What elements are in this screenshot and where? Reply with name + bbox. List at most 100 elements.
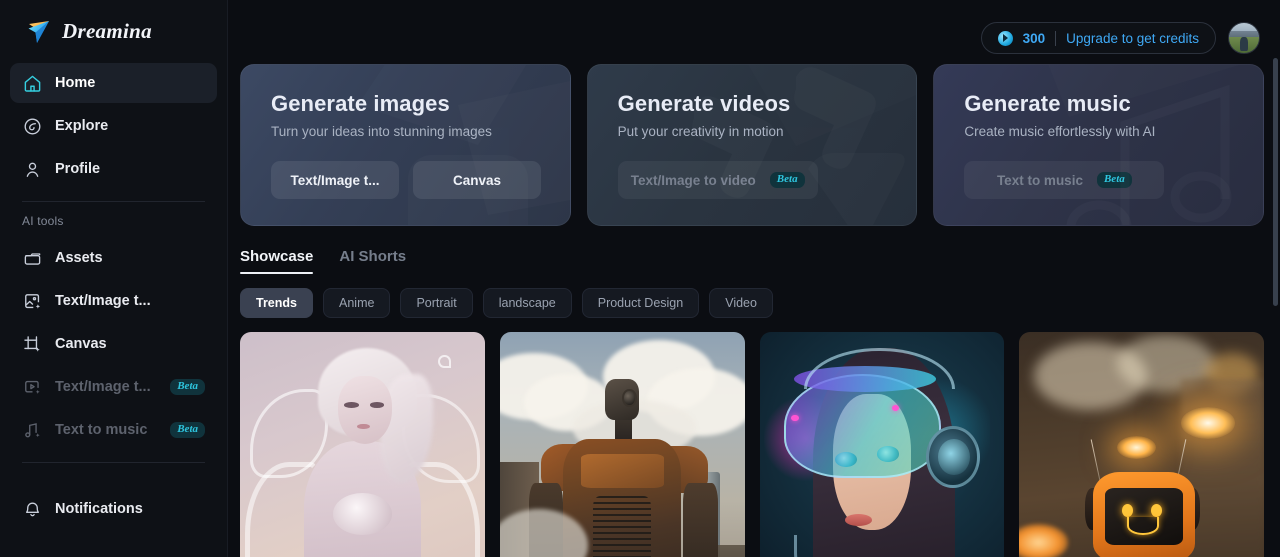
gallery-item[interactable]: [240, 332, 485, 557]
chip-label: Video: [725, 296, 757, 310]
credits-separator: [1055, 30, 1057, 46]
hero-title: Generate videos: [617, 91, 791, 116]
gallery-item[interactable]: [499, 332, 745, 557]
hero-button-label: Canvas: [452, 172, 502, 188]
sidebar: Dreamina Home Explore Profile AI tools A…: [0, 0, 228, 557]
compass-icon: [22, 116, 42, 136]
chip-label: Trends: [256, 296, 297, 310]
chip-anime[interactable]: Anime: [323, 288, 391, 318]
orange-smiling-robot-artwork: [1019, 332, 1264, 557]
sidebar-item-text-image-to-image[interactable]: Text/Image t...: [10, 281, 217, 321]
filter-chips: Trends Anime Portrait landscape Product …: [240, 288, 1264, 318]
chip-label: Product Design: [597, 296, 684, 310]
tab-ai-shorts[interactable]: AI Shorts: [339, 248, 406, 274]
music-note-watermark-icon: [1029, 65, 1263, 225]
hero-card-generate-images[interactable]: Generate images Turn your ideas into stu…: [240, 64, 571, 226]
crystal-glass-woman-artwork: [240, 332, 485, 557]
chip-landscape[interactable]: landscape: [482, 288, 572, 318]
hero-title: Generate music: [964, 91, 1131, 116]
hero-button-text-image-to-image[interactable]: Text/Image t...: [271, 161, 399, 199]
vertical-scrollbar[interactable]: [1273, 58, 1278, 306]
sidebar-item-label: Canvas: [55, 336, 107, 352]
sidebar-item-label: Text/Image t...: [55, 293, 151, 309]
sidebar-item-label: Text/Image t...: [55, 379, 151, 395]
sidebar-item-label: Home: [55, 75, 96, 91]
user-icon: [22, 159, 42, 179]
sidebar-divider-bottom: [22, 462, 205, 463]
sidebar-section-label: AI tools: [22, 214, 64, 228]
video-sparkle-icon: [22, 377, 42, 397]
tab-label: Showcase: [240, 248, 314, 265]
sidebar-item-label: Notifications: [55, 501, 143, 517]
sidebar-item-notifications[interactable]: Notifications: [10, 489, 217, 529]
hero-button-label: Text/Image to video: [630, 172, 756, 188]
hero-subtitle: Create music effortlessly with AI: [964, 124, 1156, 139]
hero-button-label: Text to music: [996, 172, 1083, 188]
sidebar-item-label: Explore: [55, 118, 109, 134]
bell-icon: [22, 499, 42, 519]
content-tabs: Showcase AI Shorts: [240, 248, 1264, 274]
hero-actions: Text/Image to video Beta: [617, 161, 887, 199]
chip-label: Anime: [339, 296, 375, 310]
hero-card-generate-videos[interactable]: Generate videos Put your creativity in m…: [586, 64, 918, 226]
paper-plane-logo-icon: [26, 18, 54, 46]
showcase-gallery: [240, 332, 1264, 557]
chip-portrait[interactable]: Portrait: [400, 288, 473, 318]
chip-video[interactable]: Video: [709, 288, 773, 318]
sidebar-item-label: Text to music: [55, 422, 148, 438]
hero-title: Generate images: [271, 91, 450, 116]
brand[interactable]: Dreamina: [10, 0, 217, 63]
beta-badge: Beta: [170, 422, 205, 438]
cyberpunk-girl-visor-artwork: [759, 332, 1005, 557]
sidebar-item-text-to-music[interactable]: Text to music Beta: [10, 410, 217, 450]
chip-label: landscape: [498, 296, 556, 310]
hero-actions: Text to music Beta: [964, 161, 1233, 199]
sidebar-item-explore[interactable]: Explore: [10, 106, 217, 146]
dreamina-app: Dreamina Home Explore Profile AI tools A…: [0, 0, 1280, 557]
rusty-giant-robot-artwork: [499, 332, 745, 557]
music-sparkle-icon: [22, 420, 42, 440]
hero-button-text-to-music[interactable]: Text to music Beta: [964, 161, 1165, 199]
sidebar-item-label: Assets: [55, 250, 103, 266]
gallery-item[interactable]: [759, 332, 1005, 557]
sidebar-item-home[interactable]: Home: [10, 63, 217, 103]
gallery-item[interactable]: [1019, 332, 1264, 557]
home-icon: [22, 73, 42, 93]
sidebar-item-label: Profile: [55, 161, 101, 177]
upgrade-credits-link[interactable]: Upgrade to get credits: [1066, 31, 1199, 46]
beta-badge: Beta: [170, 379, 205, 395]
folder-icon: [22, 248, 42, 268]
sidebar-item-canvas[interactable]: Canvas: [10, 324, 217, 364]
canvas-crop-icon: [22, 334, 42, 354]
topbar: 300 Upgrade to get credits: [238, 12, 1264, 64]
hero-button-canvas[interactable]: Canvas: [413, 161, 541, 199]
sidebar-divider-top: [22, 201, 205, 202]
hero-subtitle: Turn your ideas into stunning images: [271, 124, 492, 139]
sidebar-item-text-image-to-video[interactable]: Text/Image t... Beta: [10, 367, 217, 407]
hero-actions: Text/Image t... Canvas: [271, 161, 541, 199]
avatar-person: [1240, 37, 1248, 51]
chip-trends[interactable]: Trends: [240, 288, 313, 318]
tab-showcase[interactable]: Showcase: [240, 248, 314, 274]
chip-product-design[interactable]: Product Design: [581, 288, 700, 318]
hero-subtitle: Put your creativity in motion: [617, 124, 784, 139]
hero-cards-row: Generate images Turn your ideas into stu…: [238, 64, 1265, 226]
image-sparkle-icon: [22, 291, 42, 311]
sidebar-item-assets[interactable]: Assets: [10, 238, 217, 278]
hero-button-text-image-to-video[interactable]: Text/Image to video Beta: [617, 161, 818, 199]
credits-pill[interactable]: 300 Upgrade to get credits: [980, 22, 1216, 54]
play-arrows-watermark-icon: [676, 65, 916, 225]
credit-coin-icon: [997, 30, 1013, 46]
chip-label: Portrait: [416, 296, 457, 310]
avatar[interactable]: [1228, 22, 1260, 54]
tab-label: AI Shorts: [339, 248, 407, 265]
image-frames-watermark-icon: [338, 65, 570, 225]
hero-button-label: Text/Image t...: [290, 172, 380, 188]
sidebar-item-profile[interactable]: Profile: [10, 149, 217, 189]
main-content: 300 Upgrade to get credits Generate imag…: [228, 0, 1280, 557]
hero-card-generate-music[interactable]: Generate music Create music effortlessly…: [933, 64, 1265, 226]
credits-count: 300: [1022, 30, 1046, 46]
beta-badge: Beta: [769, 172, 805, 188]
brand-name: Dreamina: [62, 19, 152, 43]
